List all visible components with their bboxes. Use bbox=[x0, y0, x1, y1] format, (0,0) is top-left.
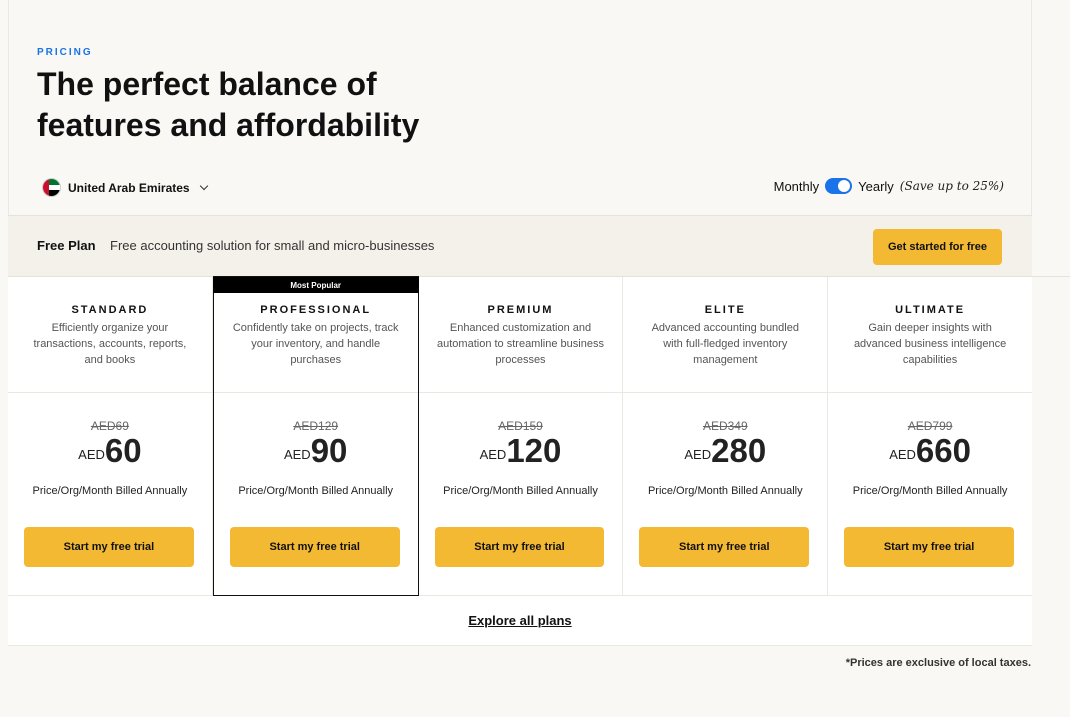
plan-name: PREMIUM bbox=[487, 304, 554, 316]
free-plan-description: Free accounting solution for small and m… bbox=[110, 238, 435, 253]
plan-name: STANDARD bbox=[71, 304, 149, 316]
explore-all-plans-link[interactable]: Explore all plans bbox=[8, 613, 1032, 628]
plan-description: Enhanced customization and automation to… bbox=[437, 322, 604, 366]
start-trial-button-premium[interactable]: Start my free trial bbox=[434, 527, 605, 567]
plan-description: Efficiently organize your transactions, … bbox=[33, 322, 187, 366]
get-started-free-button[interactable]: Get started for free bbox=[873, 229, 1002, 265]
plan-old-price: AED129 bbox=[293, 419, 339, 433]
plan-currency: AED bbox=[684, 447, 712, 462]
plan-period: Price/Org/Month Billed Annually bbox=[32, 485, 188, 497]
uae-flag-icon bbox=[42, 178, 61, 197]
billing-toggle[interactable] bbox=[825, 178, 853, 194]
plan-card-premium: PREMIUM Enhanced customization and autom… bbox=[418, 277, 624, 595]
plan-card-professional: Most Popular PROFESSIONAL Confidently ta… bbox=[212, 276, 419, 596]
start-trial-button-elite[interactable]: Start my free trial bbox=[639, 527, 810, 567]
explore-row: Explore all plans bbox=[8, 596, 1032, 646]
plan-name: ELITE bbox=[704, 304, 746, 316]
region-label: United Arab Emirates bbox=[68, 180, 190, 195]
plan-price: AED90 bbox=[214, 432, 418, 470]
plan-name: PROFESSIONAL bbox=[260, 304, 372, 316]
plan-description: Confidently take on projects, track your… bbox=[232, 322, 399, 366]
save-note: (Save up to 25%) bbox=[899, 179, 1004, 193]
plan-price: AED60 bbox=[8, 432, 212, 470]
plans-grid: STANDARD Efficiently organize your trans… bbox=[8, 276, 1032, 596]
plan-price: AED120 bbox=[419, 432, 623, 470]
plan-amount: 90 bbox=[310, 432, 348, 469]
divider bbox=[623, 392, 828, 393]
plan-card-standard: STANDARD Efficiently organize your trans… bbox=[8, 277, 213, 595]
plan-old-price: AED159 bbox=[498, 419, 543, 433]
plan-description: Gain deeper insights with advanced busin… bbox=[853, 322, 1007, 366]
page-title: The perfect balance of features and affo… bbox=[37, 64, 637, 146]
section-eyebrow: PRICING bbox=[37, 47, 93, 58]
most-popular-badge: Most Popular bbox=[212, 277, 419, 293]
plan-card-ultimate: ULTIMATE Gain deeper insights with advan… bbox=[828, 277, 1032, 595]
plan-name: ULTIMATE bbox=[895, 304, 966, 316]
plan-card-elite: ELITE Advanced accounting bundled with f… bbox=[623, 277, 829, 595]
plan-currency: AED bbox=[889, 447, 916, 462]
plan-period: Price/Org/Month Billed Annually bbox=[443, 485, 598, 497]
free-plan-bar: Free Plan Free accounting solution for s… bbox=[8, 215, 1032, 277]
plan-price: AED660 bbox=[828, 432, 1032, 470]
plan-price: AED280 bbox=[623, 432, 827, 470]
divider bbox=[8, 392, 212, 393]
plan-currency: AED bbox=[78, 447, 105, 462]
divider bbox=[828, 392, 1032, 393]
yearly-label[interactable]: Yearly bbox=[858, 179, 894, 194]
free-plan-title: Free Plan bbox=[37, 238, 96, 253]
plan-period: Price/Org/Month Billed Annually bbox=[238, 485, 394, 497]
tax-note: *Prices are exclusive of local taxes. bbox=[845, 657, 1031, 669]
divider bbox=[418, 392, 623, 393]
monthly-label[interactable]: Monthly bbox=[774, 179, 820, 194]
plan-amount: 660 bbox=[915, 432, 971, 469]
plan-amount: 120 bbox=[506, 432, 562, 469]
start-trial-button-professional[interactable]: Start my free trial bbox=[229, 527, 400, 567]
plan-description: Advanced accounting bundled with full-fl… bbox=[651, 322, 799, 366]
start-trial-button-standard[interactable]: Start my free trial bbox=[24, 527, 194, 567]
plan-amount: 60 bbox=[104, 432, 142, 469]
plan-old-price: AED69 bbox=[90, 419, 129, 433]
plan-old-price: AED799 bbox=[907, 419, 953, 433]
plan-period: Price/Org/Month Billed Annually bbox=[852, 485, 1008, 497]
plan-old-price: AED349 bbox=[702, 419, 748, 433]
headline-line-2: features and affordability bbox=[37, 107, 420, 143]
plan-currency: AED bbox=[283, 447, 311, 462]
billing-cycle-switch: Monthly Yearly (Save up to 25%) bbox=[774, 178, 1004, 194]
plan-amount: 280 bbox=[711, 432, 767, 469]
divider bbox=[213, 392, 418, 393]
chevron-down-icon bbox=[199, 181, 208, 191]
plan-period: Price/Org/Month Billed Annually bbox=[647, 485, 803, 497]
headline-line-1: The perfect balance of bbox=[37, 66, 377, 102]
start-trial-button-ultimate[interactable]: Start my free trial bbox=[844, 527, 1014, 567]
plan-currency: AED bbox=[479, 447, 507, 462]
toggle-knob bbox=[838, 180, 851, 192]
divider bbox=[1032, 276, 1070, 277]
region-selector[interactable]: United Arab Emirates bbox=[42, 178, 208, 197]
